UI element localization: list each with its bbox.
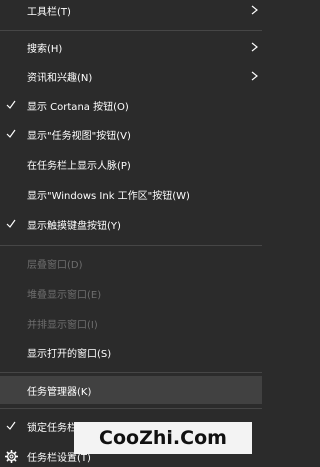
menu-item-label: 资讯和兴趣(N): [27, 72, 93, 84]
menu-item-news-interests[interactable]: 资讯和兴趣(N): [0, 62, 262, 90]
taskbar-context-menu: 工具栏(T) 搜索(H) 资讯和兴趣(N) 显示 Cortana 按钮(O) 显…: [0, 0, 262, 467]
menu-item-label: 搜索(H): [27, 43, 63, 55]
menu-item-toolbars[interactable]: 工具栏(T): [0, 0, 262, 24]
checkmark-icon: [6, 129, 16, 138]
menu-item-label: 显示"Windows Ink 工作区"按钮(W): [27, 190, 190, 202]
menu-item-search[interactable]: 搜索(H): [0, 33, 262, 61]
checkmark-icon: [6, 219, 16, 228]
menu-item-label: 显示打开的窗口(S): [27, 348, 112, 360]
menu-item-label: 任务管理器(K): [27, 386, 92, 398]
menu-item-show-task-view[interactable]: 显示"任务视图"按钮(V): [0, 120, 262, 148]
chevron-right-icon: [251, 71, 258, 81]
menu-separator: [0, 372, 262, 373]
menu-item-stack-windows: 堆叠显示窗口(E): [0, 279, 262, 307]
menu-item-label: 显示"任务视图"按钮(V): [27, 130, 131, 142]
menu-item-label: 层叠窗口(D): [27, 259, 83, 271]
checkmark-icon: [6, 421, 16, 430]
menu-item-show-windows-ink[interactable]: 显示"Windows Ink 工作区"按钮(W): [0, 180, 262, 208]
menu-separator: [0, 30, 262, 31]
menu-item-label: 显示触摸键盘按钮(Y): [27, 220, 121, 232]
menu-item-cascade-windows: 层叠窗口(D): [0, 249, 262, 277]
chevron-right-icon: [251, 42, 258, 52]
menu-item-label: 显示 Cortana 按钮(O): [27, 101, 129, 113]
menu-separator: [0, 245, 262, 246]
checkmark-icon: [6, 100, 16, 109]
menu-item-show-cortana[interactable]: 显示 Cortana 按钮(O): [0, 91, 262, 119]
menu-item-label: 堆叠显示窗口(E): [27, 289, 102, 301]
watermark: CooZhi.Com: [74, 422, 252, 454]
menu-item-show-touch-keyboard[interactable]: 显示触摸键盘按钮(Y): [0, 210, 262, 238]
menu-item-show-desktop-windows[interactable]: 显示打开的窗口(S): [0, 338, 262, 366]
chevron-right-icon: [251, 5, 258, 15]
menu-item-side-by-side-windows: 并排显示窗口(I): [0, 309, 262, 337]
menu-separator: [0, 408, 262, 409]
menu-item-label: 在任务栏上显示人脉(P): [27, 160, 131, 172]
menu-item-label: 工具栏(T): [27, 6, 71, 18]
menu-item-task-manager[interactable]: 任务管理器(K): [0, 376, 262, 404]
menu-item-show-people[interactable]: 在任务栏上显示人脉(P): [0, 150, 262, 178]
menu-item-label: 并排显示窗口(I): [27, 319, 98, 331]
gear-icon: [5, 449, 18, 463]
